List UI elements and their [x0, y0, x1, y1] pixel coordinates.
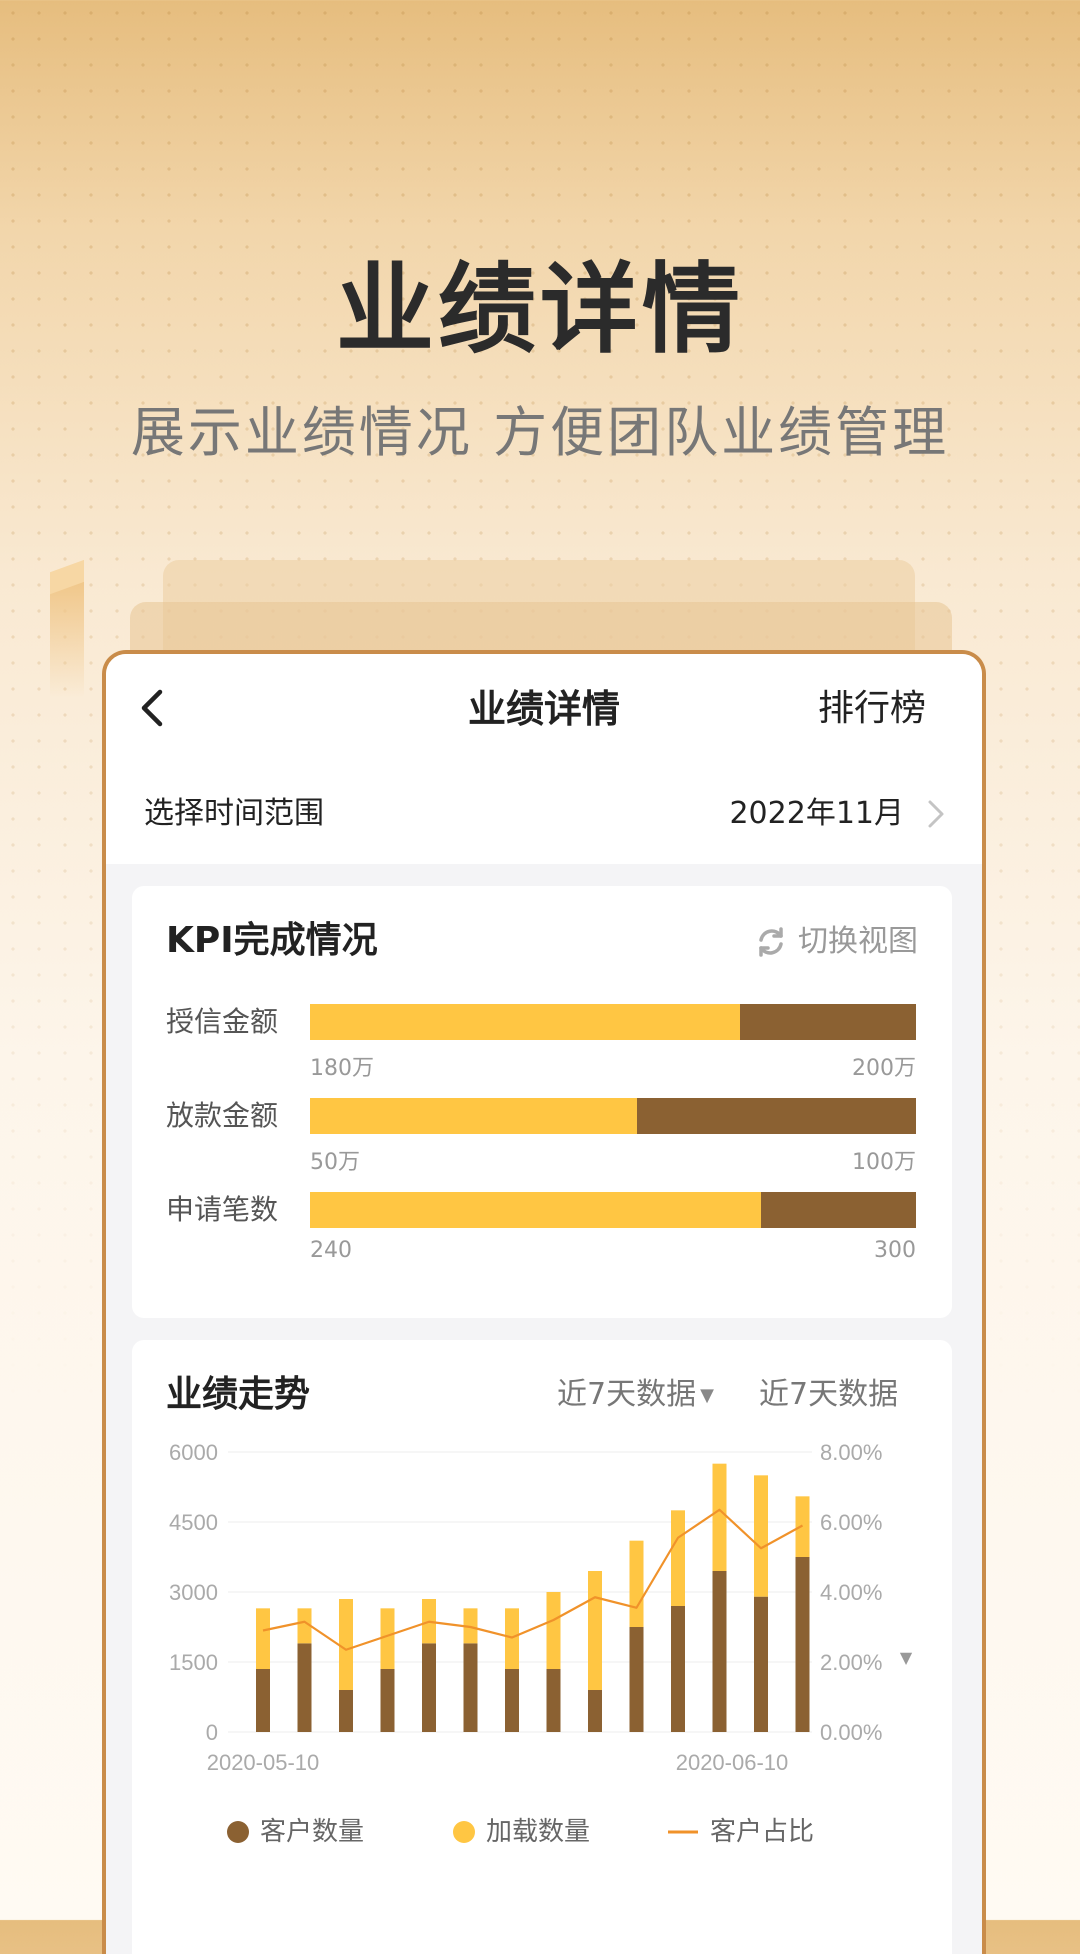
legend-dot-loaded: [453, 1821, 475, 1843]
bar-customers: [422, 1643, 436, 1732]
bar-loaded: [546, 1592, 561, 1669]
period-dropdown[interactable]: 近7天数据 ▼: [557, 1370, 714, 1421]
bar-customers: [505, 1669, 519, 1732]
decorative-pillar: [50, 578, 84, 698]
y-right-tick-label: 2.00%: [820, 1650, 882, 1675]
legend-label-customers: 客户数量: [260, 1817, 364, 1847]
time-range-label: 选择时间范围: [144, 796, 324, 831]
x-tick-label: 2020-06-10: [676, 1750, 789, 1775]
y-right-tick-label: 6.00%: [820, 1510, 882, 1535]
time-range-selector[interactable]: 选择时间范围 2022年11月: [106, 764, 982, 864]
y-right-tick-label: 4.00%: [820, 1580, 882, 1605]
kpi-progress-fill: [310, 1098, 638, 1134]
kpi-max-value: 300: [874, 1238, 916, 1263]
bar-loaded: [339, 1599, 353, 1690]
bar-customers: [712, 1571, 727, 1732]
switch-view-button[interactable]: 切换视图: [754, 920, 918, 964]
bar-customers: [463, 1643, 478, 1732]
refresh-icon: [759, 927, 783, 957]
kpi-title: KPI完成情况: [166, 920, 378, 961]
bar-loaded: [256, 1608, 270, 1669]
kpi-label: 授信金额: [166, 1005, 279, 1038]
caret-down-icon: ▼: [700, 1384, 714, 1406]
leaderboard-link[interactable]: 排行榜: [818, 676, 926, 742]
kpi-card: KPI完成情况 切换视图 授信金额 180万 200万 放款金额 50万 100…: [132, 886, 952, 1318]
bar-loaded: [712, 1463, 727, 1571]
bar-customers: [795, 1557, 810, 1732]
kpi-min-value: 180万: [310, 1056, 374, 1081]
kpi-progress-bar: [310, 1004, 916, 1040]
kpi-max-value: 200万: [852, 1056, 916, 1081]
bar-loaded: [380, 1608, 395, 1669]
kpi-progress-fill: [310, 1192, 762, 1228]
y-right-tick-label: 8.00%: [820, 1440, 882, 1465]
chevron-right-icon: [928, 800, 944, 828]
kpi-label: 申请笔数: [166, 1193, 279, 1226]
kpi-row-credit: 授信金额 180万 200万: [166, 1004, 918, 1084]
trend-title: 业绩走势: [166, 1374, 311, 1415]
kpi-progress-fill: [310, 1004, 741, 1040]
bar-customers: [588, 1690, 602, 1732]
bar-customers: [380, 1669, 395, 1732]
kpi-row-applications: 申请笔数 240 300: [166, 1192, 918, 1272]
kpi-max-value: 100万: [852, 1150, 916, 1175]
y-left-tick-label: 6000: [169, 1440, 218, 1465]
y-left-tick-label: 4500: [169, 1510, 218, 1535]
y-left-tick-label: 1500: [169, 1650, 218, 1675]
hero-title: 业绩详情: [335, 253, 744, 367]
period-dropdown-label: 近7天数据: [557, 1377, 697, 1412]
bar-customers: [339, 1690, 353, 1732]
hero-subtitle: 展示业绩情况 方便团队业绩管理: [130, 401, 950, 464]
period-filter-secondary[interactable]: 近7天数据: [759, 1370, 898, 1420]
trend-card: 业绩走势 近7天数据 ▼ 近7天数据 0 1500 3000 4500 6000 0.00%…: [132, 1340, 952, 1954]
y-right-tick-label: 0.00%: [820, 1720, 882, 1745]
bar-customers: [671, 1606, 685, 1732]
x-tick-label: 2020-05-10: [207, 1750, 320, 1775]
kpi-progress-bar: [310, 1192, 916, 1228]
kpi-min-value: 50万: [310, 1150, 360, 1175]
bar-loaded: [671, 1510, 685, 1606]
trend-chart: 0 1500 3000 4500 6000 0.00% 2.00% 4.00% 6.00% 8.0…: [169, 1440, 913, 1847]
axis-caret-icon: ▼: [900, 1648, 913, 1667]
bar-loaded: [588, 1571, 602, 1690]
legend-dot-customers: [227, 1821, 249, 1843]
bar-customers: [297, 1643, 312, 1732]
kpi-min-value: 240: [310, 1238, 352, 1263]
switch-view-label: 切换视图: [798, 924, 918, 959]
bar-customers: [546, 1669, 561, 1732]
bar-customers: [256, 1669, 270, 1732]
bar-loaded: [505, 1608, 519, 1669]
legend-label-ratio: 客户占比: [710, 1817, 814, 1847]
y-left-tick-label: 0: [206, 1720, 218, 1745]
time-range-value: 2022年11月: [729, 796, 904, 831]
y-left-tick-label: 3000: [169, 1580, 218, 1605]
bar-loaded: [629, 1540, 644, 1627]
bar-customers: [629, 1627, 644, 1732]
phone-screen: 业绩详情 排行榜 选择时间范围 2022年11月 KPI完成情况 切换视图 授信…: [102, 650, 986, 1954]
nav-bar: 业绩详情 排行榜: [106, 654, 982, 764]
kpi-row-loan: 放款金额 50万 100万: [166, 1098, 918, 1178]
legend-label-loaded: 加载数量: [486, 1817, 590, 1847]
bar-customers: [754, 1596, 768, 1732]
kpi-label: 放款金额: [166, 1099, 279, 1132]
kpi-progress-bar: [310, 1098, 916, 1134]
bar-loaded: [754, 1475, 768, 1597]
